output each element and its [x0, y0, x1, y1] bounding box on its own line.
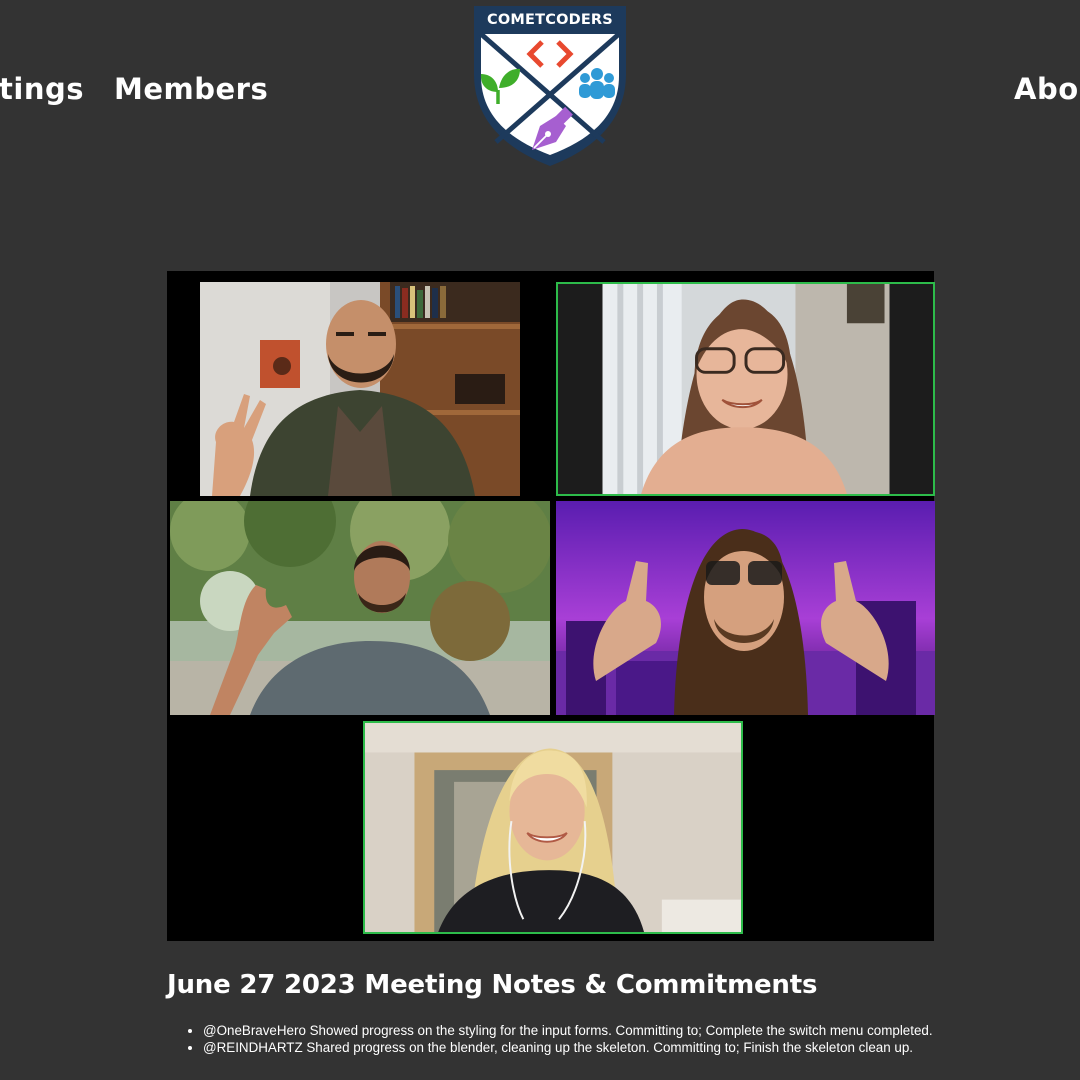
cometcoders-logo[interactable]: COMETCODERS	[472, 4, 628, 168]
list-item: @REINDHARTZ Shared progress on the blend…	[203, 1039, 937, 1056]
list-item: @OneBraveHero Showed progress on the sty…	[203, 1022, 937, 1039]
video-tile-participant-2	[556, 282, 935, 496]
nav-link-about[interactable]: About	[1014, 72, 1080, 106]
page: Meetings Members About COMETCODERS	[0, 0, 1080, 1080]
meeting-notes-list: @OneBraveHero Showed progress on the sty…	[167, 1022, 937, 1056]
nav-link-meetings[interactable]: Meetings	[0, 72, 84, 106]
video-tile-participant-4	[556, 501, 935, 715]
nav-link-members[interactable]: Members	[114, 72, 268, 106]
video-tile-participant-1	[200, 282, 520, 496]
video-tile-participant-5	[363, 721, 743, 934]
video-call-screenshot	[167, 271, 935, 941]
meeting-notes-title: June 27 2023 Meeting Notes & Commitments	[167, 970, 818, 1000]
video-tile-participant-3	[170, 501, 550, 715]
logo-title: COMETCODERS	[487, 12, 613, 28]
